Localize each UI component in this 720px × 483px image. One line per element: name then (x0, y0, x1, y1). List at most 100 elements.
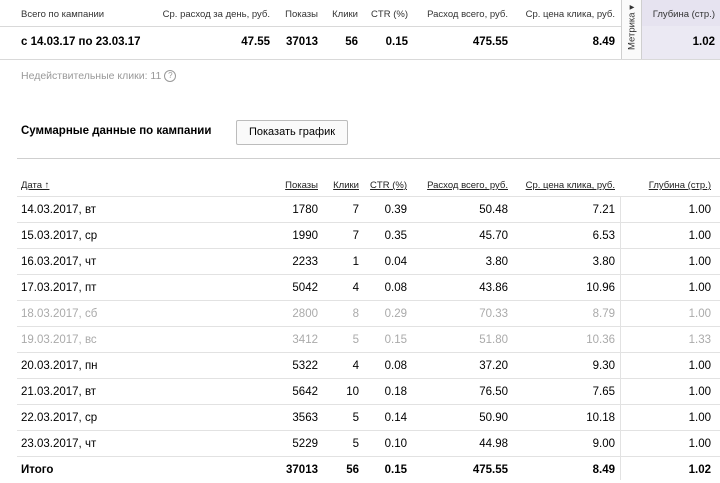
cell-avg-cpc: 10.96 (586, 282, 615, 294)
cell-clicks: 4 (352, 360, 359, 372)
invalid-clicks-text: Недействительные клики: 11 (21, 70, 162, 82)
summary-period: с 14.03.17 по 23.03.17 (21, 36, 141, 48)
summary-col-campaign: Всего по кампании (21, 9, 105, 20)
cell-clicks: 5 (352, 438, 359, 450)
cell-date: 17.03.2017, пт (21, 282, 97, 294)
cell-ctr: 0.39 (384, 204, 407, 216)
cell-impressions: 2800 (292, 308, 318, 320)
cell-ctr: 0.04 (384, 256, 407, 268)
col-depth[interactable]: Глубина (стр.) (637, 180, 711, 191)
summary-impressions: 37013 (286, 36, 318, 48)
cell-date: Итого (21, 464, 54, 476)
depth-column-divider (620, 196, 621, 480)
table-header: Дата ↑ Показы Клики CTR (%) Расход всего… (17, 158, 720, 197)
col-ctr[interactable]: CTR (%) (363, 180, 407, 191)
cell-total-spend: 475.55 (472, 464, 508, 476)
cell-impressions: 5042 (292, 282, 318, 294)
summary-col-depth: Глубина (стр.) (652, 9, 715, 20)
cell-avg-cpc: 3.80 (592, 256, 615, 268)
metrika-label: Метрика ▾ (626, 5, 638, 50)
cell-total-spend: 43.86 (479, 282, 508, 294)
cell-avg-cpc: 10.36 (586, 334, 615, 346)
summary-ctr: 0.15 (385, 36, 408, 48)
cell-avg-cpc: 8.49 (592, 464, 615, 476)
col-clicks[interactable]: Клики (323, 180, 359, 191)
col-date-sort[interactable]: Дата ↑ (21, 180, 49, 191)
cell-clicks: 5 (352, 412, 359, 424)
cell-impressions: 2233 (292, 256, 318, 268)
cell-depth: 1.00 (688, 438, 711, 450)
cell-avg-cpc: 9.30 (592, 360, 615, 372)
cell-date: 19.03.2017, вс (21, 334, 97, 346)
cell-depth: 1.02 (688, 464, 711, 476)
cell-impressions: 3563 (292, 412, 318, 424)
summary-divider (0, 26, 623, 27)
cell-clicks: 7 (352, 230, 359, 242)
cell-total-spend: 50.90 (479, 412, 508, 424)
table-row: 16.03.2017, чт 2233 1 0.04 3.80 3.80 1.00 (17, 248, 720, 275)
cell-clicks: 10 (346, 386, 359, 398)
cell-ctr: 0.15 (384, 464, 407, 476)
cell-impressions: 1780 (292, 204, 318, 216)
section-title: Суммарные данные по кампании (21, 125, 212, 137)
cell-total-spend: 45.70 (479, 230, 508, 242)
metrika-dropdown[interactable]: Метрика ▾ (621, 0, 642, 60)
cell-clicks: 7 (352, 204, 359, 216)
cell-avg-cpc: 7.21 (592, 204, 615, 216)
cell-ctr: 0.15 (384, 334, 407, 346)
cell-impressions: 5229 (292, 438, 318, 450)
cell-ctr: 0.10 (384, 438, 407, 450)
cell-total-spend: 70.33 (479, 308, 508, 320)
cell-impressions: 5642 (292, 386, 318, 398)
cell-ctr: 0.35 (384, 230, 407, 242)
cell-ctr: 0.18 (384, 386, 407, 398)
cell-avg-cpc: 10.18 (586, 412, 615, 424)
cell-clicks: 56 (346, 464, 359, 476)
summary-avg-cpc: 8.49 (592, 36, 615, 48)
cell-ctr: 0.08 (384, 282, 407, 294)
cell-clicks: 4 (352, 282, 359, 294)
table-row: 21.03.2017, вт 5642 10 0.18 76.50 7.65 1.00 (17, 378, 720, 405)
table-row: 14.03.2017, вт 1780 7 0.39 50.48 7.21 1.00 (17, 196, 720, 223)
table-row: 20.03.2017, пн 5322 4 0.08 37.20 9.30 1.00 (17, 352, 720, 379)
cell-avg-cpc: 7.65 (592, 386, 615, 398)
col-impressions[interactable]: Показы (272, 180, 318, 191)
summary-bottom-divider (0, 59, 720, 60)
cell-ctr: 0.14 (384, 412, 407, 424)
cell-depth: 1.00 (688, 386, 711, 398)
cell-depth: 1.00 (688, 204, 711, 216)
cell-clicks: 8 (352, 308, 359, 320)
summary-col-avg-daily: Ср. расход за день, руб. (162, 9, 270, 20)
cell-date: 14.03.2017, вт (21, 204, 97, 216)
cell-date: 22.03.2017, ср (21, 412, 98, 424)
total-row: Итого 37013 56 0.15 475.55 8.49 1.02 (17, 456, 720, 483)
cell-total-spend: 76.50 (479, 386, 508, 398)
cell-total-spend: 50.48 (479, 204, 508, 216)
table-row: 17.03.2017, пт 5042 4 0.08 43.86 10.96 1.00 (17, 274, 720, 301)
cell-date: 23.03.2017, чт (21, 438, 97, 450)
col-avg-cpc[interactable]: Ср. цена клика, руб. (515, 180, 615, 191)
summary-col-ctr: CTR (%) (371, 9, 408, 20)
invalid-clicks: Недействительные клики: 11? (21, 70, 177, 83)
cell-clicks: 5 (352, 334, 359, 346)
cell-date: 18.03.2017, сб (21, 308, 98, 320)
cell-depth: 1.00 (688, 308, 711, 320)
help-icon[interactable]: ? (164, 70, 177, 83)
table-row: 23.03.2017, чт 5229 5 0.10 44.98 9.00 1.00 (17, 430, 720, 457)
col-total-spend[interactable]: Расход всего, руб. (415, 180, 508, 191)
table-row: 15.03.2017, ср 1990 7 0.35 45.70 6.53 1.00 (17, 222, 720, 249)
cell-date: 20.03.2017, пн (21, 360, 98, 372)
cell-impressions: 3412 (292, 334, 318, 346)
cell-impressions: 37013 (286, 464, 318, 476)
cell-depth: 1.33 (688, 334, 711, 346)
cell-avg-cpc: 8.79 (592, 308, 615, 320)
cell-total-spend: 37.20 (479, 360, 508, 372)
table-row: 19.03.2017, вс 3412 5 0.15 51.80 10.36 1.33 (17, 326, 720, 353)
cell-date: 15.03.2017, ср (21, 230, 98, 242)
summary-depth: 1.02 (692, 36, 715, 48)
cell-clicks: 1 (352, 256, 359, 268)
summary-total-spend: 475.55 (472, 36, 508, 48)
show-chart-button[interactable]: Показать график (236, 120, 348, 145)
summary-col-avg-cpc: Ср. цена клика, руб. (525, 9, 615, 20)
cell-total-spend: 44.98 (479, 438, 508, 450)
